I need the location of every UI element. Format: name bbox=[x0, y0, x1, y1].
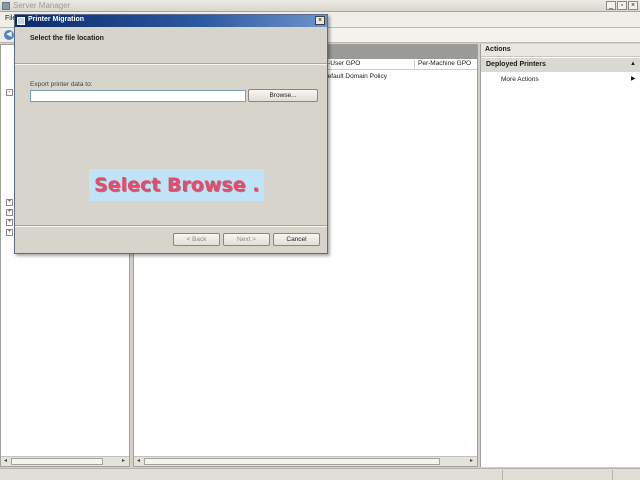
instruction-callout: Select Browse . bbox=[89, 169, 264, 201]
minimize-button[interactable]: _ bbox=[606, 1, 616, 10]
maximize-button[interactable]: ▫ bbox=[617, 1, 627, 10]
toolbar-right-area bbox=[327, 28, 640, 42]
back-button[interactable]: < Back bbox=[173, 233, 220, 246]
status-bar bbox=[0, 468, 640, 480]
scroll-thumb[interactable] bbox=[144, 458, 440, 465]
export-path-input[interactable] bbox=[30, 90, 246, 102]
status-segment bbox=[612, 470, 640, 480]
dialog-title-bar: Printer Migration × bbox=[15, 15, 327, 27]
window-title: Server Manager bbox=[13, 1, 71, 10]
cancel-button[interactable]: Cancel bbox=[273, 233, 320, 246]
dialog-title: Printer Migration bbox=[28, 16, 85, 23]
tree-expand-icon[interactable]: + bbox=[6, 209, 13, 216]
scroll-thumb[interactable] bbox=[11, 458, 103, 465]
export-path-label: Export printer data to: bbox=[30, 81, 93, 88]
actions-section-header[interactable]: Deployed Printers ▲ bbox=[481, 58, 640, 72]
column-per-machine-gpo[interactable]: Per-Machine GPO bbox=[414, 60, 477, 70]
back-arrow-icon[interactable]: ◀ bbox=[4, 30, 14, 40]
tree-collapse-icon[interactable]: - bbox=[6, 89, 13, 96]
scroll-right-icon[interactable]: ▸ bbox=[467, 457, 476, 466]
main-title-bar: Server Manager _ ▫ × bbox=[0, 0, 640, 12]
dialog-heading: Select the file location bbox=[30, 35, 104, 42]
close-window-button[interactable]: × bbox=[628, 1, 638, 10]
scroll-right-icon[interactable]: ▸ bbox=[119, 457, 128, 466]
tree-expand-icon[interactable]: + bbox=[6, 199, 13, 206]
content-horizontal-scrollbar[interactable]: ◂ ▸ bbox=[134, 456, 477, 466]
footer-separator bbox=[15, 225, 327, 227]
column-per-user-gpo[interactable]: Per-User GPO bbox=[314, 60, 415, 70]
tree-expand-icon[interactable]: + bbox=[6, 219, 13, 226]
submenu-arrow-icon: ▶ bbox=[631, 76, 636, 82]
actions-pane: Actions Deployed Printers ▲ More Actions… bbox=[480, 44, 640, 467]
actions-section-label: Deployed Printers bbox=[486, 61, 546, 68]
scroll-left-icon[interactable]: ◂ bbox=[134, 457, 143, 466]
header-separator bbox=[15, 63, 327, 65]
scroll-left-icon[interactable]: ◂ bbox=[1, 457, 10, 466]
printer-icon bbox=[17, 17, 25, 25]
more-actions-link[interactable]: More Actions bbox=[501, 76, 539, 83]
next-button[interactable]: Next > bbox=[223, 233, 270, 246]
collapse-arrow-icon[interactable]: ▲ bbox=[630, 61, 636, 67]
printer-migration-dialog: Printer Migration × Select the file loca… bbox=[14, 14, 328, 254]
tree-expand-icon[interactable]: + bbox=[6, 229, 13, 236]
table-cell-per-user-gpo[interactable]: Default Domain Policy bbox=[323, 73, 387, 80]
status-segment bbox=[502, 470, 612, 480]
actions-title: Actions bbox=[481, 44, 640, 57]
server-manager-icon bbox=[2, 2, 10, 10]
dialog-close-button[interactable]: × bbox=[315, 16, 325, 25]
left-horizontal-scrollbar[interactable]: ◂ ▸ bbox=[1, 456, 129, 466]
browse-button[interactable]: Browse... bbox=[248, 89, 318, 102]
